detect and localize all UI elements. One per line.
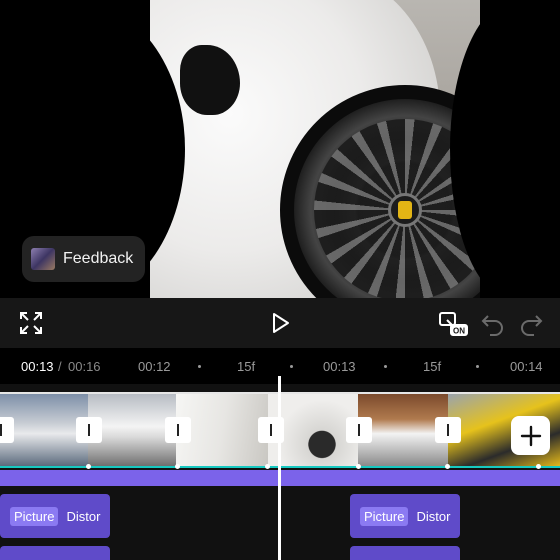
keyframe-toggle-badge: ON: [453, 327, 465, 336]
effect-tag: Picture: [360, 506, 409, 526]
effect-clip-partial[interactable]: [350, 546, 460, 560]
transition-icon: [270, 424, 272, 436]
ruler-dot: [198, 365, 201, 368]
transition-icon: [0, 424, 2, 436]
ruler-tick: 15f: [237, 359, 256, 374]
ruler-dot: [384, 365, 387, 368]
keyframe-toggle-icon[interactable]: ON: [438, 310, 468, 336]
effect-tag: Picture: [10, 506, 59, 526]
preview-frame-image: [150, 0, 480, 298]
transition-icon: [447, 424, 449, 436]
ruler-dot: [290, 365, 293, 368]
play-icon[interactable]: [267, 310, 293, 336]
effect-name: Distor: [416, 508, 451, 524]
plus-icon: [520, 425, 541, 446]
time-separator: /: [58, 359, 62, 374]
playback-controls: ON: [0, 298, 560, 348]
transition-button[interactable]: [435, 417, 461, 443]
hub-badge-icon: [398, 201, 412, 219]
clip-junction-dot: [536, 464, 541, 469]
ruler-dot: [476, 365, 479, 368]
ruler-tick: 00:14: [510, 359, 543, 374]
clip-junction-dot: [445, 464, 450, 469]
transition-icon: [177, 424, 179, 436]
effect-name: Distor: [66, 508, 101, 524]
transition-icon: [88, 424, 90, 436]
transition-button[interactable]: [0, 417, 14, 443]
feedback-label: Feedback: [63, 250, 134, 267]
transition-button[interactable]: [165, 417, 191, 443]
effect-clip[interactable]: Picture Distor: [0, 494, 110, 538]
transition-icon: [358, 424, 360, 436]
ruler-tick: 00:12: [138, 359, 171, 374]
effect-clip[interactable]: Picture Distor: [350, 494, 460, 538]
feedback-thumbnail-icon: [31, 248, 55, 270]
transition-button[interactable]: [76, 417, 102, 443]
effect-clip-partial[interactable]: [0, 546, 110, 560]
total-duration: 00:16: [68, 359, 101, 374]
playhead[interactable]: [278, 376, 281, 560]
fullscreen-icon[interactable]: [18, 310, 44, 336]
undo-icon[interactable]: [480, 310, 506, 336]
clip-junction-dot: [265, 464, 270, 469]
ruler-tick: 15f: [423, 359, 442, 374]
feedback-button[interactable]: Feedback: [22, 236, 145, 282]
clip-junction-dot: [356, 464, 361, 469]
wheel-hub: [388, 193, 422, 227]
current-time: 00:13: [21, 359, 54, 374]
video-preview[interactable]: Feedback: [0, 0, 560, 298]
redo-icon[interactable]: [518, 310, 544, 336]
clip-junction-dot: [86, 464, 91, 469]
clip-junction-dot: [175, 464, 180, 469]
ruler-tick: 00:13: [323, 359, 356, 374]
transition-button[interactable]: [346, 417, 372, 443]
add-clip-button[interactable]: [511, 416, 550, 455]
